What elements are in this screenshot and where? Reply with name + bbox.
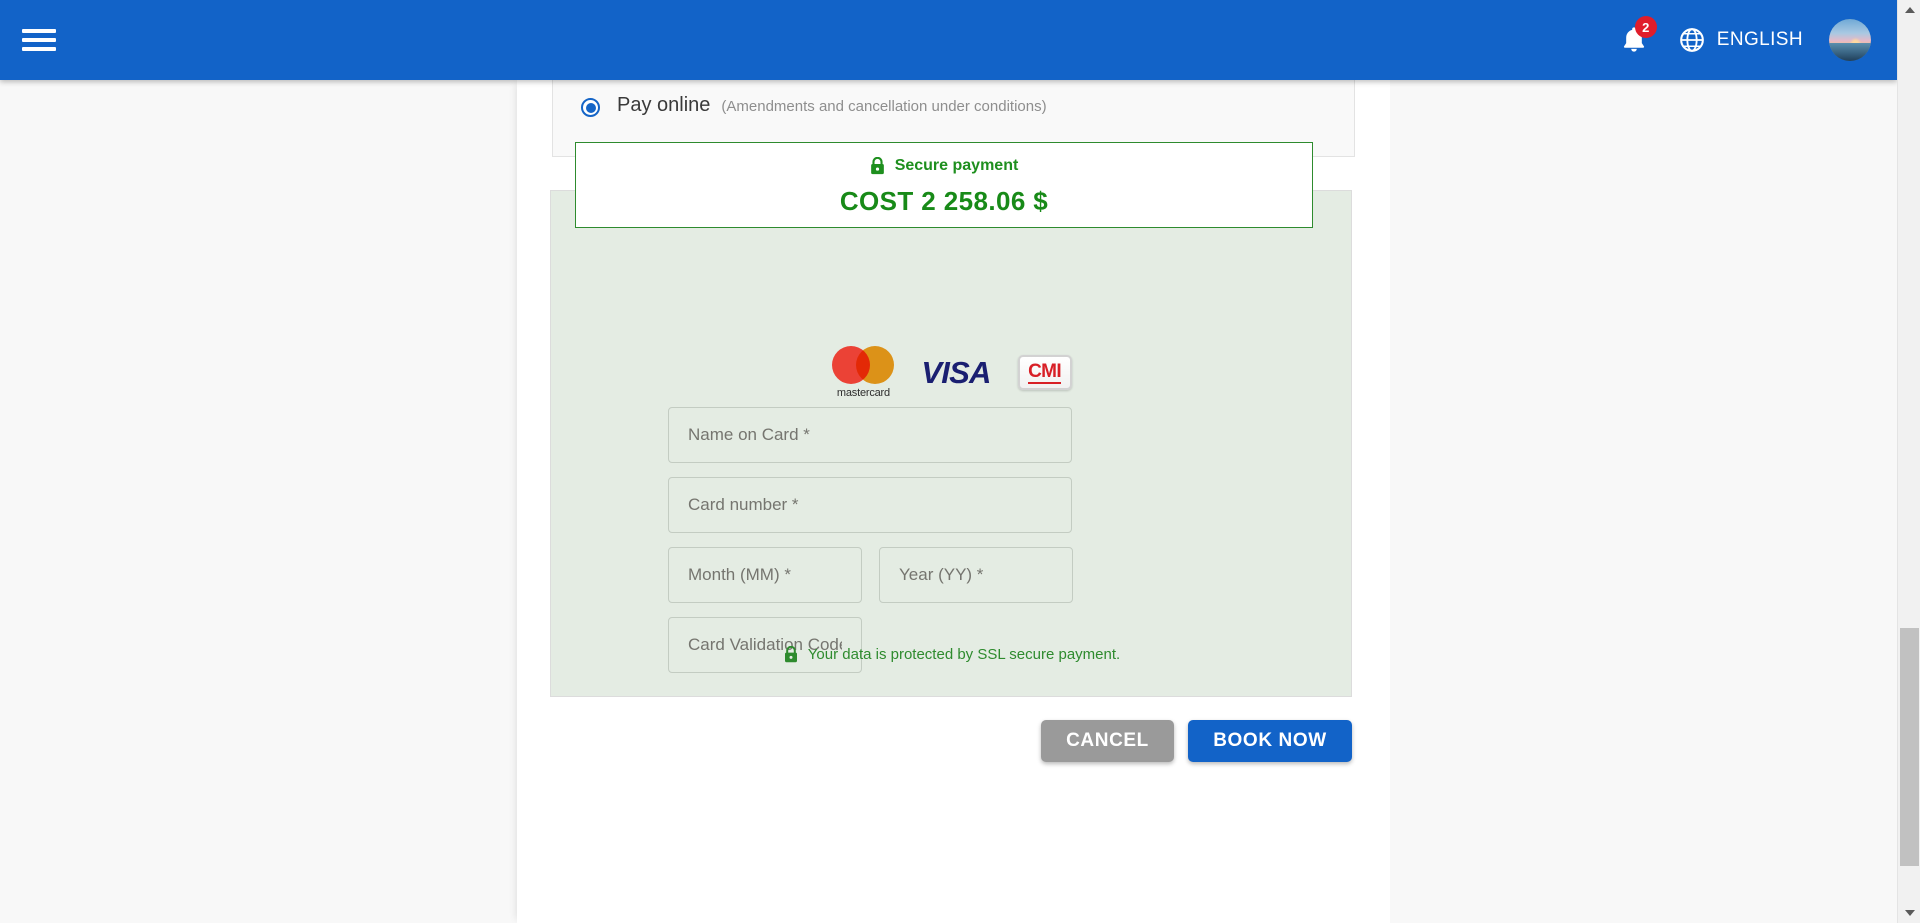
header-actions: 2 ENGLISH (1611, 16, 1871, 63)
mastercard-circles-icon (832, 346, 895, 384)
app-header: 2 ENGLISH (0, 0, 1897, 80)
scrollbar-thumb[interactable] (1900, 628, 1919, 866)
pay-online-note: (Amendments and cancellation under condi… (721, 98, 1047, 115)
scroll-up-arrow[interactable] (1898, 0, 1920, 20)
card-validation-code-input[interactable] (668, 617, 862, 673)
cmi-wordmark: CMI (1028, 360, 1062, 384)
avatar[interactable] (1829, 19, 1871, 61)
form-actions: CANCEL BOOK NOW (550, 720, 1352, 762)
cmi-logo: CMI (1017, 355, 1072, 390)
name-on-card-input[interactable] (668, 407, 1072, 463)
app-viewport: Pay online (Amendments and cancellation … (0, 0, 1920, 923)
pay-online-text-group: Pay online (Amendments and cancellation … (617, 94, 1047, 117)
expiry-year-input[interactable] (879, 547, 1073, 603)
vertical-scrollbar[interactable] (1897, 0, 1920, 923)
mastercard-wordmark: mastercard (836, 387, 890, 399)
secure-payment-line: Secure payment (870, 157, 1019, 175)
accepted-cards-row: mastercard VISA CMI (551, 346, 1353, 399)
language-selector[interactable]: ENGLISH (1679, 27, 1803, 53)
card-form (668, 407, 1288, 673)
pay-online-radio[interactable] (581, 98, 600, 117)
expiry-row (668, 547, 1288, 603)
visa-logo: VISA (921, 354, 991, 390)
ssl-protection-note: Your data is protected by SSL secure pay… (551, 646, 1353, 663)
lock-icon (870, 157, 884, 175)
lock-icon (784, 646, 797, 663)
scroll-down-arrow[interactable] (1898, 903, 1920, 923)
mastercard-logo: mastercard (832, 346, 895, 399)
expiry-month-input[interactable] (668, 547, 862, 603)
globe-icon (1679, 28, 1704, 52)
payment-form-panel: mastercard VISA CMI Name on Card * Card … (550, 190, 1352, 697)
card-number-input[interactable] (668, 477, 1072, 533)
pay-online-label: Pay online (617, 94, 711, 116)
ssl-note-text: Your data is protected by SSL secure pay… (807, 646, 1121, 663)
cost-amount: COST 2 258.06 $ (839, 186, 1049, 216)
booking-content-panel: Pay online (Amendments and cancellation … (517, 80, 1390, 923)
secure-payment-label: Secure payment (894, 157, 1019, 174)
secure-payment-cost-box: Secure payment COST 2 258.06 $ (575, 142, 1313, 228)
hamburger-menu-icon[interactable] (22, 27, 56, 53)
notification-badge: 2 (1634, 16, 1657, 38)
cancel-button[interactable]: CANCEL (1041, 720, 1174, 762)
language-label: ENGLISH (1716, 29, 1803, 50)
book-now-button[interactable]: BOOK NOW (1188, 720, 1352, 762)
notifications-button[interactable]: 2 (1611, 16, 1657, 63)
